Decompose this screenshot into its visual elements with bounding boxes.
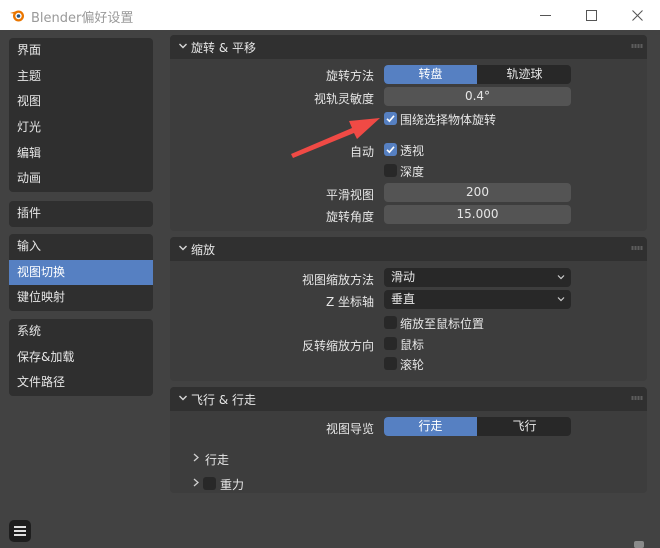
orbit-pan-header[interactable]: 旋转 & 平移 xyxy=(170,35,647,59)
sidebar-item-interface[interactable]: 界面 xyxy=(9,38,153,64)
walk-subpanel-label[interactable]: 行走 xyxy=(205,451,229,468)
zoom-method-dropdown[interactable]: 滑动 xyxy=(384,268,571,287)
smooth-view-field[interactable]: 200 xyxy=(384,183,571,202)
chevron-down-icon xyxy=(557,275,565,280)
smooth-view-label: 平滑视图 xyxy=(325,188,374,202)
nav-group-input: 输入 视图切换 键位映射 xyxy=(9,234,153,312)
sidebar-item-system[interactable]: 系统 xyxy=(9,319,153,345)
view-navigation-fly[interactable]: 飞行 xyxy=(478,417,571,436)
rotation-angle-field[interactable]: 15.000 xyxy=(384,205,571,224)
invert-mouse-label: 鼠标 xyxy=(400,338,425,352)
orbit-method-turntable[interactable]: 转盘 xyxy=(384,65,477,84)
zoom-to-mouse-label: 缩放至鼠标位置 xyxy=(400,317,485,331)
auto-depth-label: 深度 xyxy=(400,165,425,179)
gravity-subpanel-label[interactable]: 重力 xyxy=(220,476,244,493)
z-axis-label: Z 坐标轴 xyxy=(325,295,374,309)
chevron-right-icon[interactable] xyxy=(192,478,200,487)
auto-perspective-checkbox[interactable] xyxy=(384,143,397,156)
zoom-header[interactable]: 缩放 xyxy=(170,237,647,261)
chevron-right-icon[interactable] xyxy=(192,453,200,462)
orbit-around-selection-label: 围绕选择物体旋转 xyxy=(400,113,497,127)
minimize-icon xyxy=(539,14,551,16)
resize-grip-icon[interactable] xyxy=(634,541,644,548)
drag-grip-icon[interactable] xyxy=(631,396,643,400)
nav-group-general: 界面 主题 视图 灯光 编辑 动画 xyxy=(9,38,153,193)
panel-title: 飞行 & 行走 xyxy=(191,393,256,407)
drag-grip-icon[interactable] xyxy=(631,44,643,48)
sidebar-item-input[interactable]: 输入 xyxy=(9,234,153,260)
chevron-down-icon xyxy=(179,395,187,401)
zoom-method-label: 视图缩放方法 xyxy=(301,273,374,287)
sidebar-item-keymap[interactable]: 键位映射 xyxy=(9,285,153,311)
view-navigation-label: 视图导览 xyxy=(325,422,374,436)
zoom-method-value: 滑动 xyxy=(391,270,416,284)
sidebar-item-lights[interactable]: 灯光 xyxy=(9,115,153,141)
title-bar: Blender偏好设置 xyxy=(0,0,660,30)
auto-perspective-label: 透视 xyxy=(400,144,425,158)
fly-walk-header[interactable]: 飞行 & 行走 xyxy=(170,387,647,411)
panel-title: 旋转 & 平移 xyxy=(191,41,256,55)
minimize-button[interactable] xyxy=(522,0,568,30)
sidebar-item-file-paths[interactable]: 文件路径 xyxy=(9,370,153,396)
sidebar-item-editing[interactable]: 编辑 xyxy=(9,141,153,167)
invert-wheel-label: 滚轮 xyxy=(400,358,425,372)
orbit-sensitivity-field[interactable]: 0.4° xyxy=(384,87,571,106)
auto-label: 自动 xyxy=(349,145,374,159)
chevron-down-icon xyxy=(557,297,565,302)
gravity-checkbox[interactable] xyxy=(203,477,216,490)
invert-mouse-checkbox[interactable] xyxy=(384,337,397,350)
preferences-menu-button[interactable] xyxy=(9,520,31,542)
close-icon xyxy=(631,9,643,21)
orbit-method-label: 旋转方法 xyxy=(325,69,374,83)
panel-title: 缩放 xyxy=(191,243,216,257)
sidebar-item-animation[interactable]: 动画 xyxy=(9,166,153,192)
blender-logo-icon xyxy=(10,10,24,22)
maximize-icon xyxy=(585,9,597,21)
window-title: Blender偏好设置 xyxy=(31,11,134,26)
rotation-angle-label: 旋转角度 xyxy=(325,210,374,224)
drag-grip-icon[interactable] xyxy=(631,246,643,250)
sidebar-item-viewport[interactable]: 视图 xyxy=(9,89,153,115)
orbit-around-selection-checkbox[interactable] xyxy=(384,112,397,125)
nav-group-addons: 插件 xyxy=(9,201,153,227)
chevron-down-icon xyxy=(179,245,187,251)
orbit-method-selector: 转盘 轨迹球 xyxy=(384,65,571,84)
checkmark-icon xyxy=(386,146,395,154)
invert-wheel-checkbox[interactable] xyxy=(384,357,397,370)
sidebar-item-themes[interactable]: 主题 xyxy=(9,64,153,90)
zoom-to-mouse-checkbox[interactable] xyxy=(384,316,397,329)
z-axis-value: 垂直 xyxy=(391,292,416,306)
maximize-button[interactable] xyxy=(568,0,614,30)
orbit-method-trackball[interactable]: 轨迹球 xyxy=(478,65,571,84)
sidebar-item-save-load[interactable]: 保存&加载 xyxy=(9,345,153,371)
close-button[interactable] xyxy=(614,0,660,30)
invert-zoom-label: 反转缩放方向 xyxy=(301,339,374,353)
nav-group-system: 系统 保存&加载 文件路径 xyxy=(9,319,153,397)
sidebar: 界面 主题 视图 灯光 编辑 动画 插件 输入 视图切换 键位映射 系统 保存&… xyxy=(0,30,162,548)
chevron-down-icon xyxy=(179,43,187,49)
checkmark-icon xyxy=(386,115,395,123)
auto-depth-checkbox[interactable] xyxy=(384,164,397,177)
orbit-sensitivity-label: 视轨灵敏度 xyxy=(313,92,374,106)
z-axis-dropdown[interactable]: 垂直 xyxy=(384,290,571,309)
sidebar-item-addons[interactable]: 插件 xyxy=(9,201,153,227)
sidebar-item-navigation[interactable]: 视图切换 xyxy=(9,259,153,286)
view-navigation-walk[interactable]: 行走 xyxy=(384,417,477,436)
view-navigation-selector: 行走 飞行 xyxy=(384,417,571,436)
